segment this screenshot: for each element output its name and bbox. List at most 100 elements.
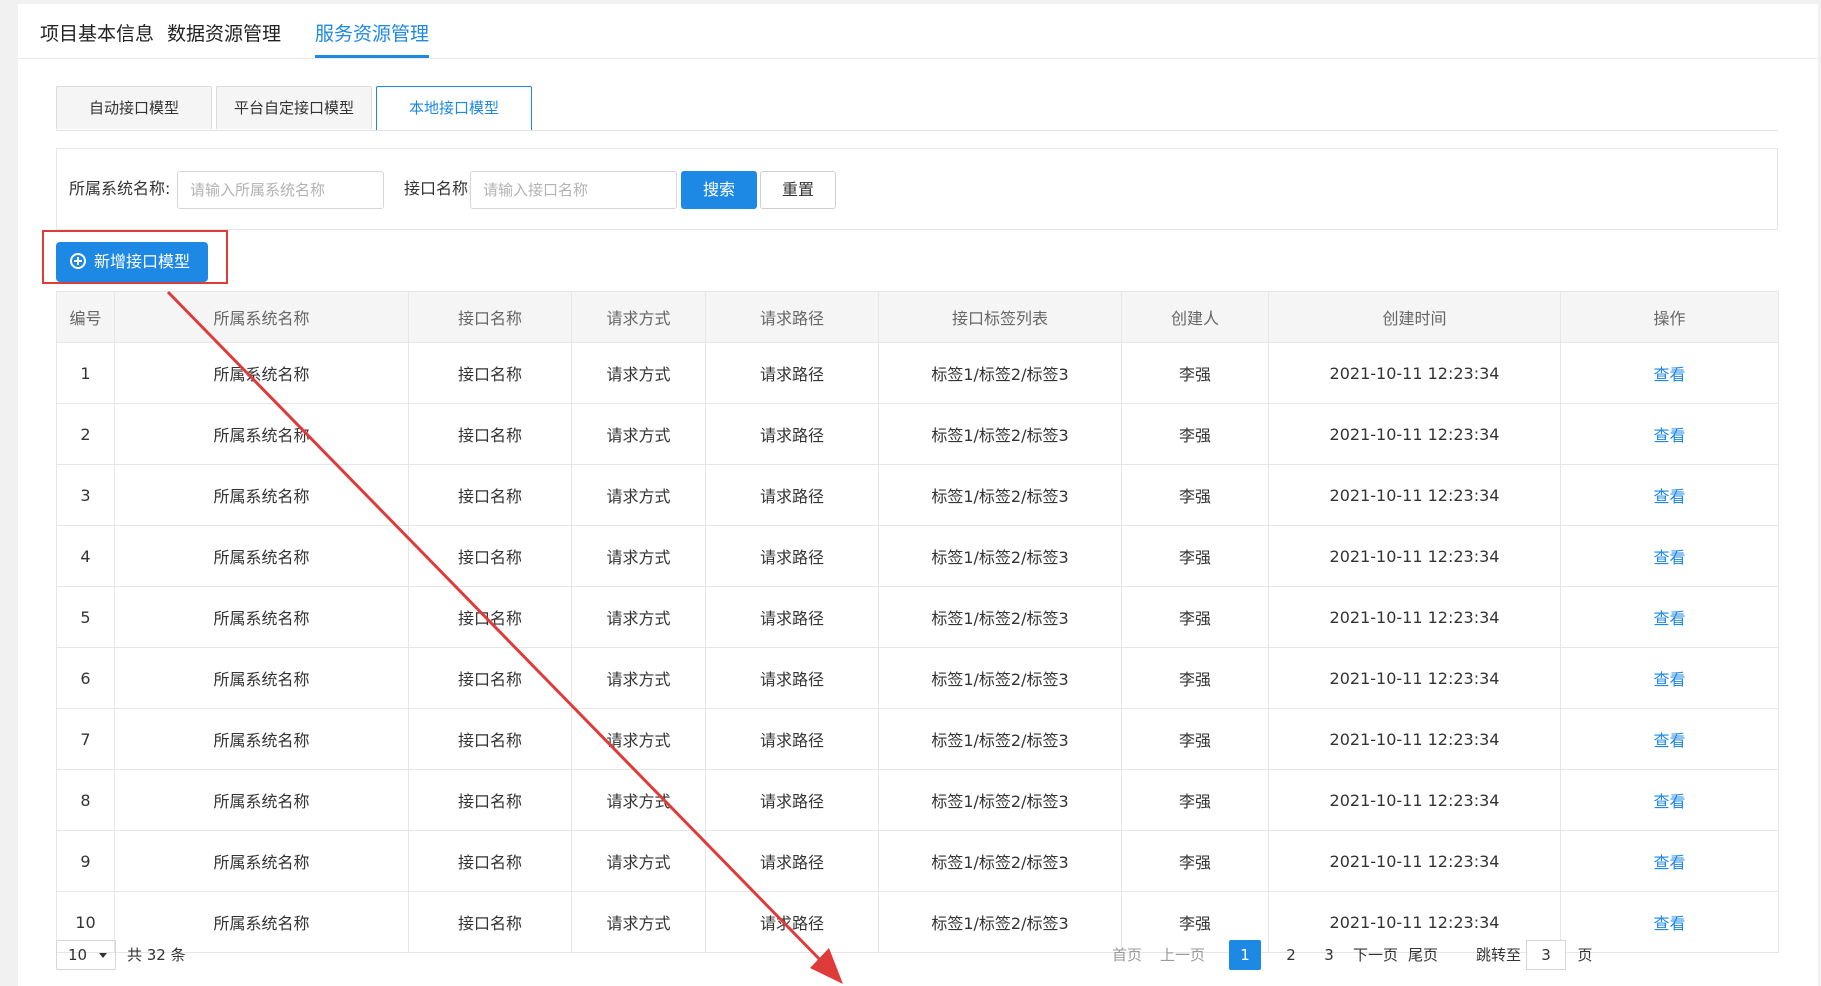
col-header-api-name: 接口名称 (408, 291, 572, 343)
api-model-table: 编号 所属系统名称 接口名称 请求方式 请求路径 接口标签列表 创建人 创建时间… (56, 291, 1779, 953)
last-page-button[interactable]: 尾页 (1408, 940, 1438, 970)
table-header-row: 编号 所属系统名称 接口名称 请求方式 请求路径 接口标签列表 创建人 创建时间… (56, 291, 1779, 343)
tab-project-info[interactable]: 项目基本信息 (40, 4, 154, 58)
table-body: 1 所属系统名称 接口名称 请求方式 请求路径 标签1/标签2/标签3 李强 2021-10-… (56, 342, 1779, 953)
view-link[interactable]: 查看 (1560, 708, 1779, 770)
cell-created-time: 2021-10-11 12:23:34 (1268, 647, 1561, 709)
page-container: 项目基本信息 数据资源管理 服务资源管理 自动接口模型 平台自定接口模型 本地接… (18, 4, 1818, 986)
cell-tags: 标签1/标签2/标签3 (878, 708, 1122, 770)
cell-system: 所属系统名称 (114, 525, 409, 587)
cell-method: 请求方式 (571, 403, 706, 465)
cell-creator: 李强 (1121, 525, 1269, 587)
cell-creator: 李强 (1121, 830, 1269, 892)
table-row: 9 所属系统名称 接口名称 请求方式 请求路径 标签1/标签2/标签3 李强 2021-10-… (56, 830, 1779, 892)
page-number-1[interactable]: 1 (1229, 940, 1261, 970)
cell-method: 请求方式 (571, 342, 706, 404)
col-header-action: 操作 (1560, 291, 1779, 343)
reset-button[interactable]: 重置 (760, 171, 836, 209)
view-link[interactable]: 查看 (1560, 647, 1779, 709)
system-name-label: 所属系统名称: (69, 179, 171, 198)
plus-circle-icon (70, 253, 86, 269)
cell-id: 8 (56, 769, 115, 831)
cell-system: 所属系统名称 (114, 647, 409, 709)
subtab-platform-api-model[interactable]: 平台自定接口模型 (216, 86, 372, 129)
col-header-created-time: 创建时间 (1268, 291, 1561, 343)
cell-tags: 标签1/标签2/标签3 (878, 586, 1122, 648)
total-count: 共 32 条 (127, 946, 186, 964)
cell-created-time: 2021-10-11 12:23:34 (1268, 403, 1561, 465)
api-name-input[interactable] (470, 171, 677, 209)
jump-page-input[interactable] (1526, 940, 1566, 970)
view-link[interactable]: 查看 (1560, 464, 1779, 526)
cell-path: 请求路径 (705, 403, 879, 465)
search-button[interactable]: 搜索 (681, 171, 757, 209)
cell-created-time: 2021-10-11 12:23:34 (1268, 342, 1561, 404)
cell-system: 所属系统名称 (114, 769, 409, 831)
cell-created-time: 2021-10-11 12:23:34 (1268, 830, 1561, 892)
view-link[interactable]: 查看 (1560, 525, 1779, 587)
cell-created-time: 2021-10-11 12:23:34 (1268, 769, 1561, 831)
pagination: 10 共 32 条 首页 上一页 1 2 3 下一页 尾页 跳转至 页 (56, 940, 1778, 972)
col-header-path: 请求路径 (705, 291, 879, 343)
table-row: 3 所属系统名称 接口名称 请求方式 请求路径 标签1/标签2/标签3 李强 2021-10-… (56, 464, 1779, 526)
cell-api-name: 接口名称 (408, 708, 572, 770)
cell-system: 所属系统名称 (114, 403, 409, 465)
add-api-model-button[interactable]: 新增接口模型 (56, 242, 208, 282)
table-row: 8 所属系统名称 接口名称 请求方式 请求路径 标签1/标签2/标签3 李强 2021-10-… (56, 769, 1779, 831)
cell-tags: 标签1/标签2/标签3 (878, 342, 1122, 404)
cell-api-name: 接口名称 (408, 586, 572, 648)
cell-path: 请求路径 (705, 464, 879, 526)
cell-system: 所属系统名称 (114, 342, 409, 404)
col-header-tags: 接口标签列表 (878, 291, 1122, 343)
jump-suffix: 页 (1577, 946, 1593, 964)
next-page-button[interactable]: 下一页 (1353, 940, 1398, 970)
cell-id: 1 (56, 342, 115, 404)
cell-method: 请求方式 (571, 830, 706, 892)
subtab-local-api-model[interactable]: 本地接口模型 (376, 86, 532, 130)
col-header-method: 请求方式 (571, 291, 706, 343)
view-link[interactable]: 查看 (1560, 403, 1779, 465)
cell-id: 7 (56, 708, 115, 770)
cell-method: 请求方式 (571, 586, 706, 648)
cell-system: 所属系统名称 (114, 708, 409, 770)
cell-id: 9 (56, 830, 115, 892)
cell-path: 请求路径 (705, 708, 879, 770)
cell-path: 请求路径 (705, 769, 879, 831)
cell-creator: 李强 (1121, 647, 1269, 709)
cell-api-name: 接口名称 (408, 769, 572, 831)
view-link[interactable]: 查看 (1560, 769, 1779, 831)
view-link[interactable]: 查看 (1560, 830, 1779, 892)
page-size-select[interactable]: 10 (56, 940, 116, 970)
first-page-button[interactable]: 首页 (1112, 940, 1142, 970)
view-link[interactable]: 查看 (1560, 586, 1779, 648)
cell-creator: 李强 (1121, 708, 1269, 770)
page-number-3[interactable]: 3 (1318, 940, 1340, 970)
prev-page-button[interactable]: 上一页 (1160, 940, 1205, 970)
cell-system: 所属系统名称 (114, 830, 409, 892)
cell-path: 请求路径 (705, 647, 879, 709)
cell-creator: 李强 (1121, 403, 1269, 465)
cell-tags: 标签1/标签2/标签3 (878, 464, 1122, 526)
subtab-auto-api-model[interactable]: 自动接口模型 (56, 86, 212, 129)
cell-api-name: 接口名称 (408, 647, 572, 709)
table-row: 4 所属系统名称 接口名称 请求方式 请求路径 标签1/标签2/标签3 李强 2021-10-… (56, 525, 1779, 587)
cell-method: 请求方式 (571, 525, 706, 587)
cell-tags: 标签1/标签2/标签3 (878, 647, 1122, 709)
api-name-label: 接口名称: (404, 179, 474, 198)
cell-created-time: 2021-10-11 12:23:34 (1268, 464, 1561, 526)
tab-data-resources[interactable]: 数据资源管理 (167, 4, 281, 58)
cell-method: 请求方式 (571, 647, 706, 709)
cell-created-time: 2021-10-11 12:23:34 (1268, 708, 1561, 770)
table-row: 1 所属系统名称 接口名称 请求方式 请求路径 标签1/标签2/标签3 李强 2021-10-… (56, 342, 1779, 404)
cell-id: 2 (56, 403, 115, 465)
page-number-2[interactable]: 2 (1280, 940, 1302, 970)
system-name-input[interactable] (177, 171, 384, 209)
page-size-value: 10 (68, 946, 88, 964)
cell-system: 所属系统名称 (114, 586, 409, 648)
view-link[interactable]: 查看 (1560, 342, 1779, 404)
col-header-id: 编号 (56, 291, 115, 343)
top-tab-bar: 项目基本信息 数据资源管理 服务资源管理 (18, 4, 1818, 59)
cell-creator: 李强 (1121, 769, 1269, 831)
cell-id: 6 (56, 647, 115, 709)
tab-service-resources[interactable]: 服务资源管理 (315, 4, 430, 58)
